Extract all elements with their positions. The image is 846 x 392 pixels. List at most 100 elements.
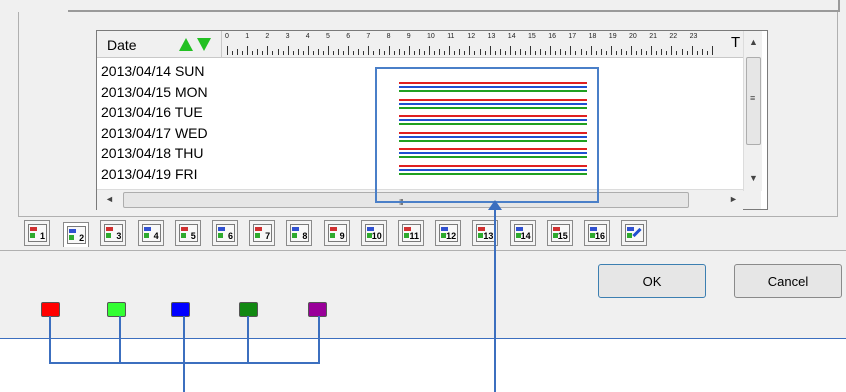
ruler-tick bbox=[408, 46, 410, 55]
scroll-left-icon[interactable]: ◄ bbox=[105, 194, 114, 204]
hour-label: 5 bbox=[326, 33, 330, 40]
hour-label: 19 bbox=[608, 33, 617, 40]
ruler-tick bbox=[383, 51, 385, 55]
camera-icon: 15 bbox=[550, 224, 570, 242]
date-row[interactable]: 2013/04/14 SUN bbox=[101, 63, 205, 79]
ruler-tick bbox=[388, 46, 390, 55]
tab-color-bar bbox=[218, 227, 225, 231]
hour-label: 4 bbox=[305, 33, 310, 40]
hour-label: 6 bbox=[346, 33, 351, 40]
cancel-button[interactable]: Cancel bbox=[734, 264, 842, 298]
tab-camera-5[interactable]: 5 bbox=[174, 220, 201, 246]
ruler-tick bbox=[524, 51, 526, 55]
tab-camera-12[interactable]: 12 bbox=[435, 220, 462, 246]
scroll-up-icon[interactable]: ▲ bbox=[749, 37, 758, 47]
scroll-down-icon[interactable]: ▼ bbox=[749, 173, 758, 183]
ruler-tick bbox=[540, 49, 542, 55]
ruler-tick bbox=[317, 49, 319, 55]
ruler-tick bbox=[646, 51, 648, 55]
tab-number: 5 bbox=[190, 231, 196, 241]
date-row[interactable]: 2013/04/15 MON bbox=[101, 84, 208, 100]
ruler-tick bbox=[439, 49, 441, 55]
tab-color-bar bbox=[69, 229, 77, 233]
ruler-tick bbox=[681, 49, 683, 55]
date-column-header[interactable]: Date bbox=[107, 37, 137, 53]
tab-edit[interactable] bbox=[621, 220, 648, 246]
ruler-tick bbox=[343, 51, 345, 55]
ruler-tick bbox=[615, 51, 617, 55]
ruler-tick bbox=[348, 46, 350, 55]
hour-label: 22 bbox=[669, 33, 678, 40]
ruler-tick bbox=[484, 51, 486, 55]
hour-label: 21 bbox=[649, 33, 657, 40]
date-row[interactable]: 2013/04/17 WED bbox=[101, 125, 208, 141]
ruler-tick bbox=[267, 46, 269, 55]
tab-camera-8[interactable]: 8 bbox=[286, 220, 313, 246]
ruler-tick bbox=[631, 46, 632, 55]
date-row[interactable]: 2013/04/16 TUE bbox=[101, 104, 203, 120]
camera-icon: 10 bbox=[364, 224, 384, 242]
tab-number: 2 bbox=[79, 233, 85, 243]
color-swatch[interactable] bbox=[107, 302, 126, 317]
ruler-tick bbox=[570, 46, 572, 55]
tab-camera-14[interactable]: 14 bbox=[509, 220, 536, 246]
tab-camera-9[interactable]: 9 bbox=[323, 220, 350, 246]
hour-label: 11 bbox=[447, 33, 455, 40]
ruler-tick bbox=[353, 51, 355, 55]
tab-camera-7[interactable]: 7 bbox=[249, 220, 276, 246]
hour-label: 1 bbox=[245, 33, 250, 40]
ruler-tick bbox=[373, 51, 375, 55]
tab-color-square bbox=[329, 233, 335, 238]
tab-number: 1 bbox=[39, 231, 45, 241]
ruler-tick bbox=[277, 49, 279, 55]
color-swatch[interactable] bbox=[308, 302, 327, 317]
sort-down-icon[interactable] bbox=[197, 38, 211, 51]
pointer-line bbox=[494, 206, 496, 392]
connector-line bbox=[119, 316, 121, 364]
camera-icon: 13 bbox=[476, 224, 496, 242]
tab-camera-4[interactable]: 4 bbox=[137, 220, 164, 246]
sort-up-icon[interactable] bbox=[179, 38, 193, 51]
ruler-tick bbox=[358, 49, 360, 55]
tab-number: 7 bbox=[265, 231, 271, 241]
tab-camera-3[interactable]: 3 bbox=[100, 220, 127, 246]
tab-camera-6[interactable]: 6 bbox=[212, 220, 238, 246]
hour-label: 23 bbox=[689, 33, 698, 40]
date-row[interactable]: 2013/04/19 FRI bbox=[101, 166, 198, 182]
ruler-tick bbox=[418, 49, 420, 55]
scroll-right-icon[interactable]: ► bbox=[729, 194, 738, 204]
ruler-tick bbox=[454, 51, 456, 55]
tab-camera-2[interactable]: 2 bbox=[63, 222, 90, 247]
tab-color-square bbox=[69, 235, 75, 240]
ruler-tick bbox=[499, 49, 501, 55]
ruler-tick bbox=[479, 49, 481, 55]
connector-line bbox=[49, 362, 320, 364]
color-swatch[interactable] bbox=[171, 302, 190, 317]
vertical-scroll-thumb[interactable]: ≡ bbox=[746, 57, 761, 145]
tab-number: 13 bbox=[483, 231, 494, 241]
ruler-tick bbox=[575, 51, 577, 55]
ruler-tick bbox=[449, 46, 451, 55]
camera-icon: 11 bbox=[402, 224, 421, 242]
camera-icon: 3 bbox=[104, 224, 124, 242]
tab-camera-15[interactable]: 15 bbox=[546, 220, 573, 246]
camera-icon: 5 bbox=[178, 224, 198, 242]
color-swatch[interactable] bbox=[41, 302, 60, 317]
ruler-tick bbox=[656, 51, 658, 55]
hour-label: 12 bbox=[467, 33, 476, 40]
tab-camera-10[interactable]: 10 bbox=[360, 220, 387, 246]
vertical-scrollbar[interactable]: ▲ ≡ ▼ bbox=[743, 31, 762, 191]
ruler-tick bbox=[530, 46, 531, 55]
camera-icon: 6 bbox=[216, 224, 235, 242]
tab-camera-1[interactable]: 1 bbox=[24, 220, 50, 246]
color-swatch[interactable] bbox=[239, 302, 258, 317]
ok-button[interactable]: OK bbox=[598, 264, 706, 298]
tab-camera-16[interactable]: 16 bbox=[584, 220, 610, 246]
ruler-tick bbox=[696, 51, 698, 55]
ruler-tick bbox=[666, 51, 668, 55]
camera-icon: 4 bbox=[141, 224, 161, 242]
date-row[interactable]: 2013/04/18 THU bbox=[101, 145, 203, 161]
ruler-tick bbox=[403, 51, 405, 55]
tab-camera-11[interactable]: 11 bbox=[398, 220, 424, 246]
ruler-tick bbox=[262, 51, 264, 55]
